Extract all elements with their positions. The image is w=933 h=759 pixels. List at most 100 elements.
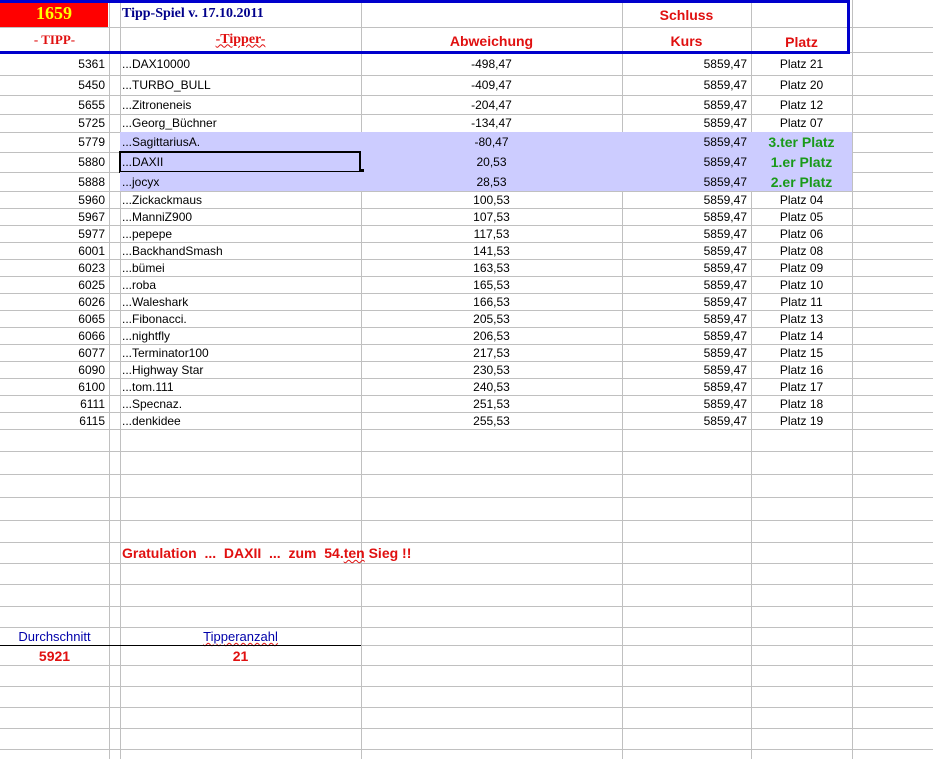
cell-kurs[interactable]: 5859,47 <box>622 361 751 378</box>
cell-platz[interactable]: Platz 09 <box>751 259 852 276</box>
cell-platz[interactable]: Platz 10 <box>751 276 852 293</box>
cell-tipper[interactable]: ...pepepe <box>120 225 361 242</box>
cell-kurs[interactable]: 5859,47 <box>622 225 751 242</box>
cell-abw[interactable]: 28,53 <box>361 172 622 191</box>
cell-abw[interactable]: 163,53 <box>361 259 622 276</box>
cell-tipp[interactable]: 5779 <box>0 132 109 152</box>
cell-abw[interactable]: 240,53 <box>361 378 622 395</box>
cell-kurs[interactable]: 5859,47 <box>622 276 751 293</box>
cell-abw[interactable]: 230,53 <box>361 361 622 378</box>
cell-abw[interactable]: 205,53 <box>361 310 622 327</box>
cell-abw[interactable]: 251,53 <box>361 395 622 412</box>
cell-kurs[interactable]: 5859,47 <box>622 259 751 276</box>
cell-tipper[interactable]: ...Zitroneneis <box>120 95 361 114</box>
cell-kurs[interactable]: 5859,47 <box>622 152 751 172</box>
cell-tipper[interactable]: ...BackhandSmash <box>120 242 361 259</box>
cell-tipper[interactable]: ...Specnaz. <box>120 395 361 412</box>
cell-abw[interactable]: 141,53 <box>361 242 622 259</box>
cell-tipp[interactable]: 5450 <box>0 75 109 95</box>
cell-kurs[interactable]: 5859,47 <box>622 378 751 395</box>
abweichung-header[interactable]: Abweichung <box>361 27 622 54</box>
cell-tipp[interactable]: 6100 <box>0 378 109 395</box>
cell-platz[interactable]: Platz 14 <box>751 327 852 344</box>
cell-tipp[interactable]: 5725 <box>0 114 109 132</box>
cell-tipp[interactable]: 6111 <box>0 395 109 412</box>
cell-platz[interactable]: Platz 17 <box>751 378 852 395</box>
cell-platz[interactable]: 2.er Platz <box>751 172 852 191</box>
cell-tipper[interactable]: ...roba <box>120 276 361 293</box>
cell-tipp[interactable]: 6090 <box>0 361 109 378</box>
cell-tipp[interactable]: 5977 <box>0 225 109 242</box>
cell-abw[interactable]: -204,47 <box>361 95 622 114</box>
cell-abw[interactable]: 166,53 <box>361 293 622 310</box>
tipperanzahl-value[interactable]: 21 <box>120 646 361 666</box>
cell-tipper[interactable]: ...ManniZ900 <box>120 208 361 225</box>
cell-abw[interactable]: 165,53 <box>361 276 622 293</box>
cell-platz[interactable]: Platz 13 <box>751 310 852 327</box>
cell-tipp[interactable]: 5967 <box>0 208 109 225</box>
cell-tipp[interactable]: 5655 <box>0 95 109 114</box>
cell-tipper[interactable]: ...Terminator100 <box>120 344 361 361</box>
cell-tipper[interactable]: ...nightfly <box>120 327 361 344</box>
cell-platz[interactable]: Platz 06 <box>751 225 852 242</box>
cell-tipper[interactable]: ...jocyx <box>120 172 361 191</box>
cell-tipp[interactable]: 6001 <box>0 242 109 259</box>
cell-tipp[interactable]: 5960 <box>0 191 109 208</box>
cell-kurs[interactable]: 5859,47 <box>622 191 751 208</box>
cell-platz[interactable]: Platz 16 <box>751 361 852 378</box>
cell-tipp[interactable]: 6023 <box>0 259 109 276</box>
cell-kurs[interactable]: 5859,47 <box>622 293 751 310</box>
kurs-header[interactable]: Kurs <box>622 27 751 54</box>
cell-platz[interactable]: Platz 21 <box>751 52 852 75</box>
cell-tipper[interactable]: ...Highway Star <box>120 361 361 378</box>
durchschnitt-label[interactable]: Durchschnitt <box>0 627 109 646</box>
cell-abw[interactable]: 217,53 <box>361 344 622 361</box>
tipperanzahl-label[interactable]: Tipperanzahl <box>120 627 361 646</box>
cell-tipper[interactable]: ...bümei <box>120 259 361 276</box>
cell-tipper[interactable]: ...Waleshark <box>120 293 361 310</box>
cell-abw[interactable]: -80,47 <box>361 132 622 152</box>
cell-tipp[interactable]: 6115 <box>0 412 109 429</box>
cell-platz[interactable]: Platz 12 <box>751 95 852 114</box>
cell-kurs[interactable]: 5859,47 <box>622 242 751 259</box>
cell-tipper[interactable]: ...DAX10000 <box>120 52 361 75</box>
cell-tipp[interactable]: 5361 <box>0 52 109 75</box>
cell-tipp[interactable]: 6026 <box>0 293 109 310</box>
gratulation-text[interactable]: Gratulation ... DAXII ... zum 54. ten Sie… <box>120 542 411 564</box>
cell-kurs[interactable]: 5859,47 <box>622 310 751 327</box>
cell-abw[interactable]: 107,53 <box>361 208 622 225</box>
cell-abw[interactable]: -134,47 <box>361 114 622 132</box>
cell-abw[interactable]: 20,53 <box>361 152 622 172</box>
cell-abw[interactable]: 117,53 <box>361 225 622 242</box>
cell-platz[interactable]: Platz 15 <box>751 344 852 361</box>
cell-platz[interactable]: Platz 20 <box>751 75 852 95</box>
cell-kurs[interactable]: 5859,47 <box>622 327 751 344</box>
cell-tipp[interactable]: 5888 <box>0 172 109 191</box>
cell-tipper[interactable]: ...denkidee <box>120 412 361 429</box>
cell-kurs[interactable]: 5859,47 <box>622 114 751 132</box>
cell-kurs[interactable]: 5859,47 <box>622 75 751 95</box>
cell-kurs[interactable]: 5859,47 <box>622 52 751 75</box>
cell-tipper[interactable]: ...tom.111 <box>120 378 361 395</box>
cell-abw[interactable]: 206,53 <box>361 327 622 344</box>
cell-platz[interactable]: Platz 04 <box>751 191 852 208</box>
cell-tipper[interactable]: ...Zickackmaus <box>120 191 361 208</box>
cell-tipper[interactable]: ...Fibonacci. <box>120 310 361 327</box>
cell-platz[interactable]: 3.ter Platz <box>751 132 852 152</box>
cell-platz[interactable]: Platz 19 <box>751 412 852 429</box>
cell-abw[interactable]: 100,53 <box>361 191 622 208</box>
cell-abw[interactable]: -498,47 <box>361 52 622 75</box>
cell-kurs[interactable]: 5859,47 <box>622 132 751 152</box>
tipper-header[interactable]: -Tipper- <box>120 27 361 52</box>
durchschnitt-value[interactable]: 5921 <box>0 646 109 666</box>
cell-kurs[interactable]: 5859,47 <box>622 208 751 225</box>
schluss-header[interactable]: Schluss <box>622 0 751 30</box>
cell-platz[interactable]: Platz 18 <box>751 395 852 412</box>
cell-platz[interactable]: Platz 05 <box>751 208 852 225</box>
cell-tipp[interactable]: 6025 <box>0 276 109 293</box>
tipp-header[interactable]: - TIPP- <box>0 27 109 52</box>
cell-kurs[interactable]: 5859,47 <box>622 344 751 361</box>
cell-kurs[interactable]: 5859,47 <box>622 395 751 412</box>
cell-tipp[interactable]: 6066 <box>0 327 109 344</box>
cell-tipper[interactable]: ...TURBO_BULL <box>120 75 361 95</box>
